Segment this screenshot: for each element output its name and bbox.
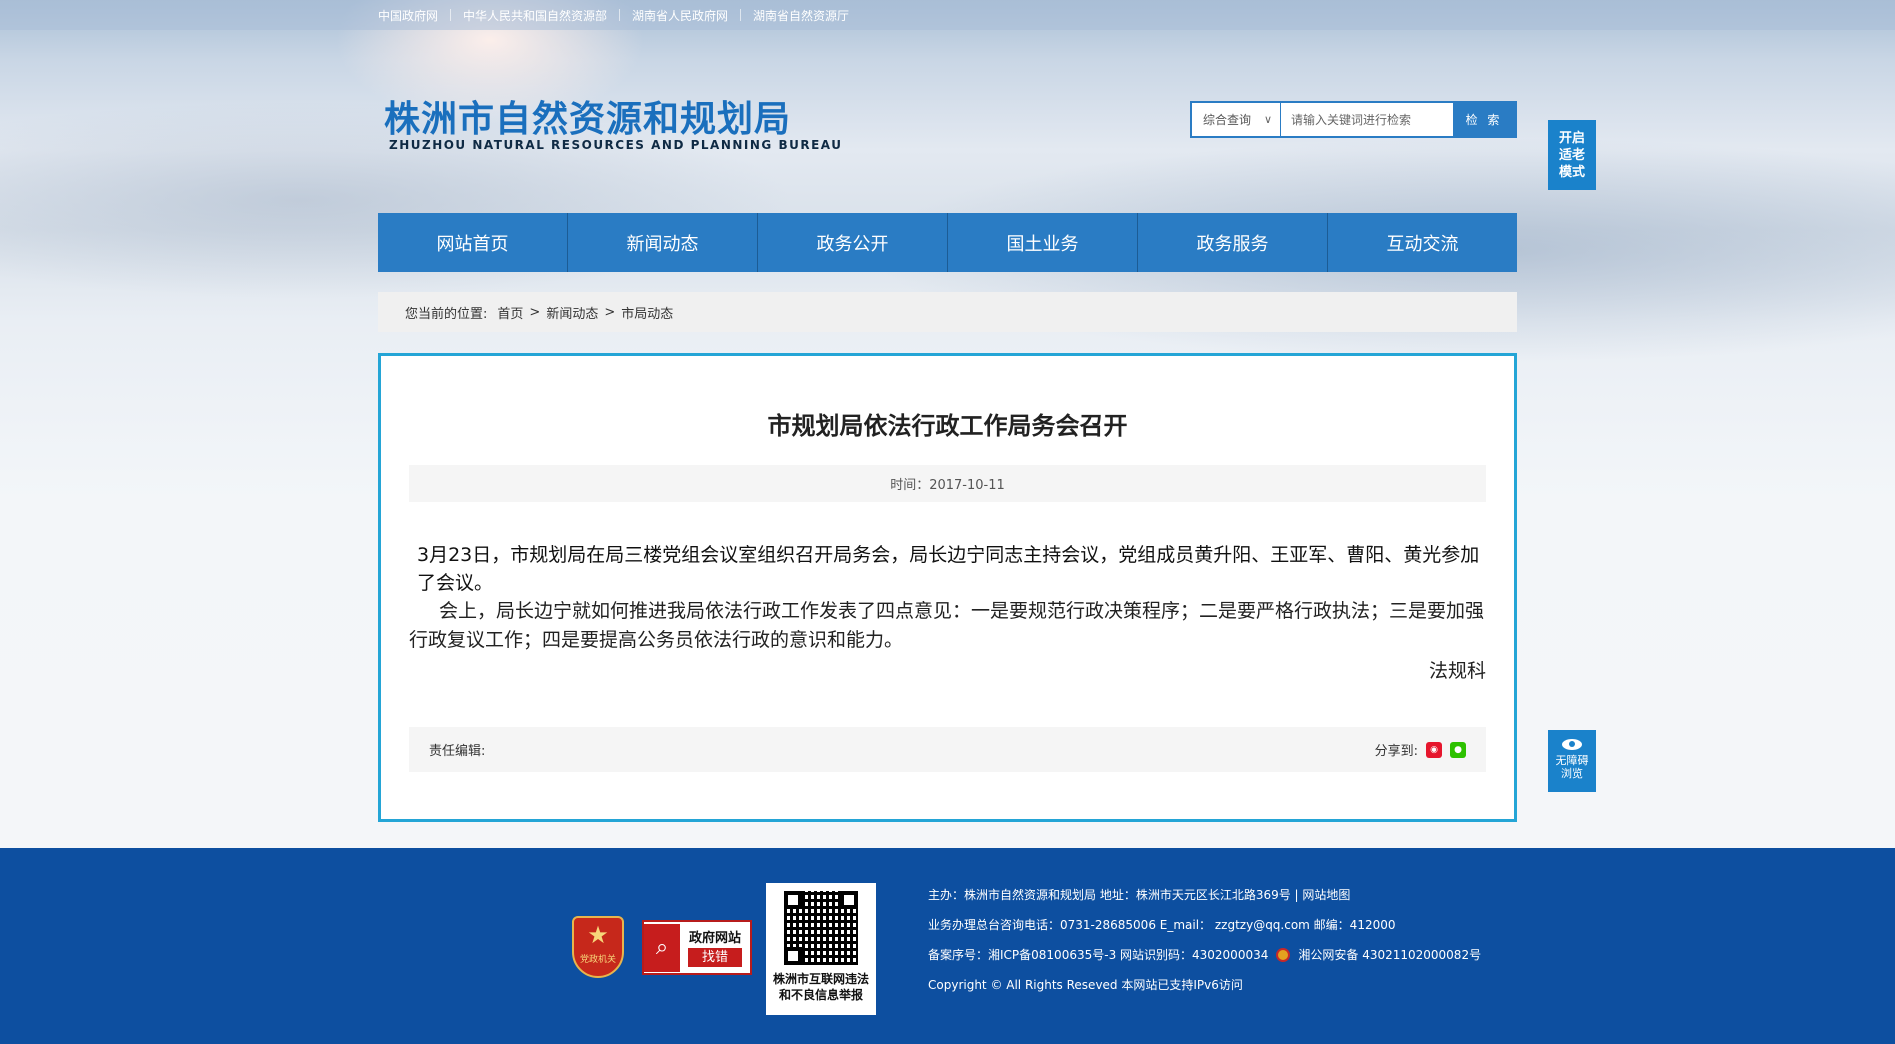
breadcrumb-news[interactable]: 新闻动态 <box>546 303 598 322</box>
qr-caption-line1: 株洲市互联网违法 <box>772 972 869 986</box>
search-button[interactable]: 检 索 <box>1453 103 1515 136</box>
article-panel: 市规划局依法行政工作局务会召开 时间：2017-10-11 3月23日，市规划局… <box>378 353 1517 822</box>
site-logo-subtitle: ZHUZHOU NATURAL RESOURCES AND PLANNING B… <box>389 138 843 152</box>
party-emblem-icon: ★ <box>587 921 609 949</box>
nav-item-public-affairs[interactable]: 政务公开 <box>758 213 948 272</box>
accessibility-label: 无障碍浏览 <box>1555 754 1589 780</box>
qr-finder <box>784 947 802 965</box>
article-meta: 时间：2017-10-11 <box>409 465 1486 502</box>
party-gov-badge[interactable]: ★ 党政机关 <box>572 916 624 978</box>
footer-icp[interactable]: 备案序号：湘ICP备08100635号-3 网站识别码：4302000034 <box>928 940 1268 970</box>
article-time: 时间：2017-10-11 <box>890 478 1005 493</box>
search-scope-select[interactable]: 综合查询 ∨ <box>1192 103 1281 136</box>
elder-mode-button[interactable]: 开启适老模式 <box>1548 120 1596 190</box>
breadcrumb: 您当前的位置: 首页 > 新闻动态 > 市局动态 <box>378 292 1517 332</box>
footer-record-line: 备案序号：湘ICP备08100635号-3 网站识别码：4302000034 湘… <box>928 940 1481 970</box>
article-paragraph: 3月23日，市规划局在局三楼党组会议室组织召开局务会，局长边宁同志主持会议，党组… <box>417 544 1480 594</box>
gov-badge-text: 政府网站 找错 <box>680 929 750 967</box>
gov-site-error-report-badge[interactable]: ⌕ 政府网站 找错 <box>642 920 752 975</box>
nav-item-news[interactable]: 新闻动态 <box>568 213 758 272</box>
breadcrumb-prefix: 您当前的位置: <box>405 306 488 322</box>
top-link-hunan-gov[interactable]: 湖南省人民政府网 <box>632 7 728 24</box>
main-nav: 网站首页 新闻动态 政务公开 国土业务 政务服务 互动交流 <box>378 213 1517 272</box>
eye-icon <box>1562 739 1582 750</box>
article-title: 市规划局依法行政工作局务会召开 <box>767 412 1128 440</box>
article-editor: 责任编辑: <box>429 744 486 759</box>
magnifier-icon: ⌕ <box>644 923 680 972</box>
top-links: 中国政府网 中华人民共和国自然资源部 湖南省人民政府网 湖南省自然资源厅 <box>378 0 849 30</box>
share-bar: 分享到: ◉ ● <box>1375 740 1466 759</box>
nav-item-land-business[interactable]: 国土业务 <box>948 213 1138 272</box>
nav-item-gov-services[interactable]: 政务服务 <box>1138 213 1328 272</box>
weibo-icon[interactable]: ◉ <box>1426 741 1442 758</box>
divider <box>619 9 621 21</box>
breadcrumb-separator: > <box>529 304 541 320</box>
police-badge-icon <box>1276 948 1291 962</box>
breadcrumb-home[interactable]: 首页 <box>497 303 523 322</box>
nav-item-home[interactable]: 网站首页 <box>378 213 568 272</box>
search-scope-label: 综合查询 <box>1203 113 1252 127</box>
top-bar: 中国政府网 中华人民共和国自然资源部 湖南省人民政府网 湖南省自然资源厅 <box>0 0 1895 30</box>
footer-contact-line: 业务办理总台咨询电话：0731-28685006 E_mail： zzgtzy@… <box>928 918 1396 932</box>
search-box: 综合查询 ∨ 检 索 <box>1190 101 1517 138</box>
qr-finder <box>784 891 802 909</box>
accessibility-button[interactable]: 无障碍浏览 <box>1548 730 1596 792</box>
share-label: 分享到: <box>1374 744 1418 759</box>
footer-copyright: Copyright © All Rights Reseved 本网站已支持IPv… <box>928 978 1243 992</box>
chevron-down-icon: ∨ <box>1263 113 1272 126</box>
article-author: 法规科 <box>1428 660 1486 682</box>
top-link-mnr[interactable]: 中华人民共和国自然资源部 <box>463 7 607 24</box>
gov-badge-line1: 政府网站 <box>688 930 741 946</box>
divider <box>450 9 452 21</box>
breadcrumb-separator: > <box>604 304 616 320</box>
article-footer: 责任编辑: 分享到: ◉ ● <box>409 727 1486 772</box>
nav-item-interaction[interactable]: 互动交流 <box>1328 213 1517 272</box>
qr-caption: 株洲市互联网违法 和不良信息举报 <box>766 971 876 1003</box>
breadcrumb-city-news[interactable]: 市局动态 <box>621 303 673 322</box>
article-content: 3月23日，市规划局在局三楼党组会议室组织召开局务会，局长边宁同志主持会议，党组… <box>409 541 1486 686</box>
divider <box>740 9 742 21</box>
party-badge-label: 党政机关 <box>579 955 616 965</box>
qr-finder <box>840 891 858 909</box>
article-paragraph: 会上，局长边宁就如何推进我局依法行政工作发表了四点意见：一是要规范行政决策程序；… <box>409 600 1485 651</box>
footer-info: 主办：株洲市自然资源和规划局 地址：株洲市天元区长江北路369号 | 网站地图 … <box>928 880 1481 1000</box>
gov-badge-line2: 找错 <box>688 947 742 967</box>
top-link-hunan-nr[interactable]: 湖南省自然资源厅 <box>753 7 849 24</box>
elder-mode-label: 开启适老模式 <box>1558 130 1585 180</box>
top-link-gov[interactable]: 中国政府网 <box>378 7 438 24</box>
site-logo-title[interactable]: 株洲市自然资源和规划局 <box>384 90 791 142</box>
footer-police-record[interactable]: 湘公网安备 43021102000082号 <box>1298 940 1481 970</box>
search-input[interactable] <box>1281 103 1453 136</box>
wechat-icon[interactable]: ● <box>1450 741 1466 758</box>
report-qr-code[interactable]: 株洲市互联网违法 和不良信息举报 <box>766 883 876 1015</box>
qr-caption-line2: 和不良信息举报 <box>778 988 863 1002</box>
footer-host-line: 主办：株洲市自然资源和规划局 地址：株洲市天元区长江北路369号 | 网站地图 <box>928 888 1351 902</box>
